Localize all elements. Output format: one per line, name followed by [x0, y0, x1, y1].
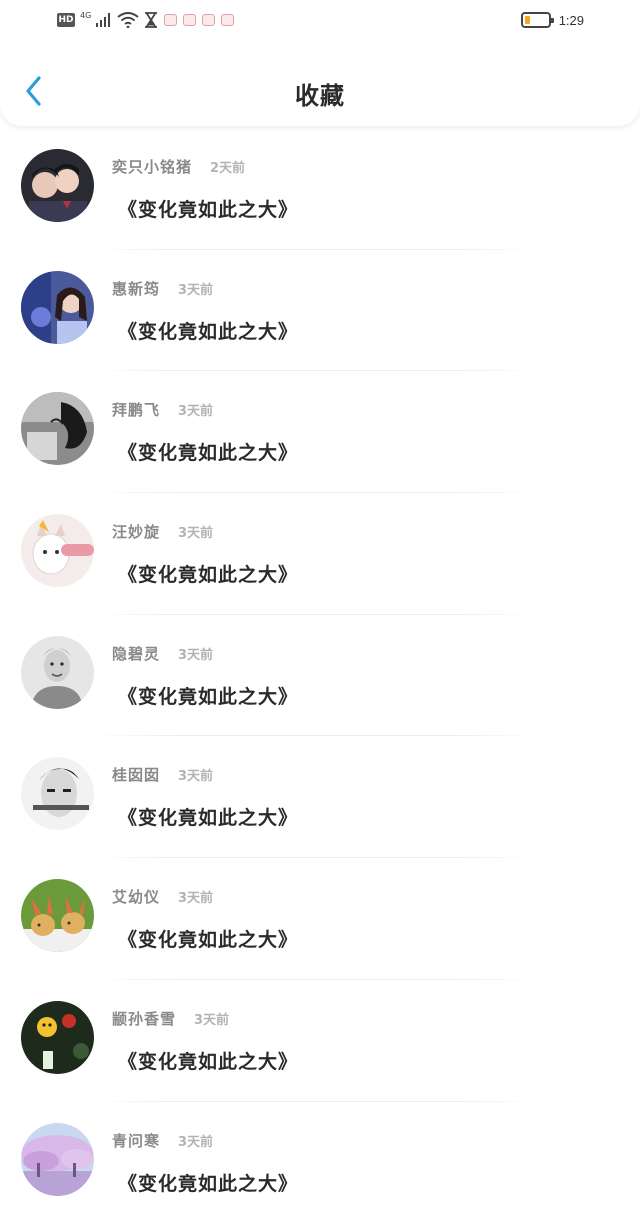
list-item[interactable]: 奕只小铭猪 2天前 《变化竟如此之大》	[0, 128, 640, 250]
item-meta: 桂囡囡 3天前	[112, 764, 213, 785]
item-meta: 拜鹏飞 3天前	[112, 399, 213, 420]
timestamp: 3天前	[178, 1131, 213, 1150]
item-title[interactable]: 《变化竟如此之大》	[118, 1047, 298, 1074]
avatar[interactable]	[21, 149, 94, 222]
notification-icon	[221, 14, 234, 26]
list-item[interactable]: 艾幼仪 3天前 《变化竟如此之大》	[0, 858, 640, 980]
avatar-image	[21, 149, 94, 222]
avatar[interactable]	[21, 757, 94, 830]
notification-icon	[164, 14, 177, 26]
favorites-list: 奕只小铭猪 2天前 《变化竟如此之大》 惠新筠 3天前 《变化竟如此之大》	[0, 128, 640, 1223]
hd-icon: HD	[57, 13, 75, 27]
top-bar: HD 4G	[0, 0, 640, 126]
page-title: 收藏	[0, 76, 640, 111]
item-meta: 惠新筠 3天前	[112, 278, 213, 299]
notification-icon	[202, 14, 215, 26]
item-title[interactable]: 《变化竟如此之大》	[118, 317, 298, 344]
signal-icon	[96, 13, 112, 27]
avatar[interactable]	[21, 1001, 94, 1074]
item-title[interactable]: 《变化竟如此之大》	[118, 438, 298, 465]
item-title[interactable]: 《变化竟如此之大》	[118, 925, 298, 952]
list-item[interactable]: 惠新筠 3天前 《变化竟如此之大》	[0, 250, 640, 372]
avatar-image	[21, 636, 94, 709]
avatar[interactable]	[21, 879, 94, 952]
item-meta: 青问寒 3天前	[112, 1130, 213, 1151]
list-item[interactable]: 隐碧灵 3天前 《变化竟如此之大》	[0, 615, 640, 737]
battery-icon	[521, 12, 551, 28]
username[interactable]: 颛孙香雪	[112, 1008, 176, 1029]
timestamp: 3天前	[178, 644, 213, 663]
timestamp: 3天前	[178, 522, 213, 541]
status-right: 1:29	[521, 12, 584, 28]
battery-level	[525, 16, 530, 24]
hourglass-icon	[144, 12, 158, 28]
avatar[interactable]	[21, 392, 94, 465]
avatar-image	[21, 757, 94, 830]
avatar-image	[21, 271, 94, 344]
wifi-icon	[117, 12, 139, 28]
timestamp: 3天前	[178, 887, 213, 906]
list-item[interactable]: 桂囡囡 3天前 《变化竟如此之大》	[0, 736, 640, 858]
username[interactable]: 桂囡囡	[112, 764, 160, 785]
username[interactable]: 惠新筠	[112, 278, 160, 299]
avatar-image	[21, 514, 94, 587]
timestamp: 3天前	[178, 765, 213, 784]
item-meta: 奕只小铭猪 2天前	[112, 156, 245, 177]
username[interactable]: 隐碧灵	[112, 643, 160, 664]
list-item[interactable]: 汪妙旋 3天前 《变化竟如此之大》	[0, 493, 640, 615]
notification-icon	[183, 14, 196, 26]
avatar[interactable]	[21, 1123, 94, 1196]
item-title[interactable]: 《变化竟如此之大》	[118, 560, 298, 587]
item-meta: 隐碧灵 3天前	[112, 643, 213, 664]
username[interactable]: 汪妙旋	[112, 521, 160, 542]
timestamp: 2天前	[210, 157, 245, 176]
item-title[interactable]: 《变化竟如此之大》	[118, 803, 298, 830]
avatar[interactable]	[21, 271, 94, 344]
timestamp: 3天前	[178, 279, 213, 298]
avatar[interactable]	[21, 636, 94, 709]
username[interactable]: 拜鹏飞	[112, 399, 160, 420]
item-title[interactable]: 《变化竟如此之大》	[118, 682, 298, 709]
list-item[interactable]: 青问寒 3天前 《变化竟如此之大》	[0, 1102, 640, 1223]
item-title[interactable]: 《变化竟如此之大》	[118, 1169, 298, 1196]
avatar-image	[21, 879, 94, 952]
username[interactable]: 奕只小铭猪	[112, 156, 192, 177]
item-title[interactable]: 《变化竟如此之大》	[118, 195, 298, 222]
timestamp: 3天前	[194, 1009, 229, 1028]
avatar-image	[21, 392, 94, 465]
username[interactable]: 青问寒	[112, 1130, 160, 1151]
timestamp: 3天前	[178, 400, 213, 419]
item-meta: 艾幼仪 3天前	[112, 886, 213, 907]
list-item[interactable]: 颛孙香雪 3天前 《变化竟如此之大》	[0, 980, 640, 1102]
avatar-image	[21, 1001, 94, 1074]
item-meta: 汪妙旋 3天前	[112, 521, 213, 542]
list-item[interactable]: 拜鹏飞 3天前 《变化竟如此之大》	[0, 371, 640, 493]
status-left: HD 4G	[57, 12, 234, 28]
avatar[interactable]	[21, 514, 94, 587]
avatar-image	[21, 1123, 94, 1196]
clock: 1:29	[559, 13, 584, 28]
item-meta: 颛孙香雪 3天前	[112, 1008, 229, 1029]
network-type: 4G	[80, 11, 91, 20]
username[interactable]: 艾幼仪	[112, 886, 160, 907]
status-bar: HD 4G	[0, 0, 640, 44]
